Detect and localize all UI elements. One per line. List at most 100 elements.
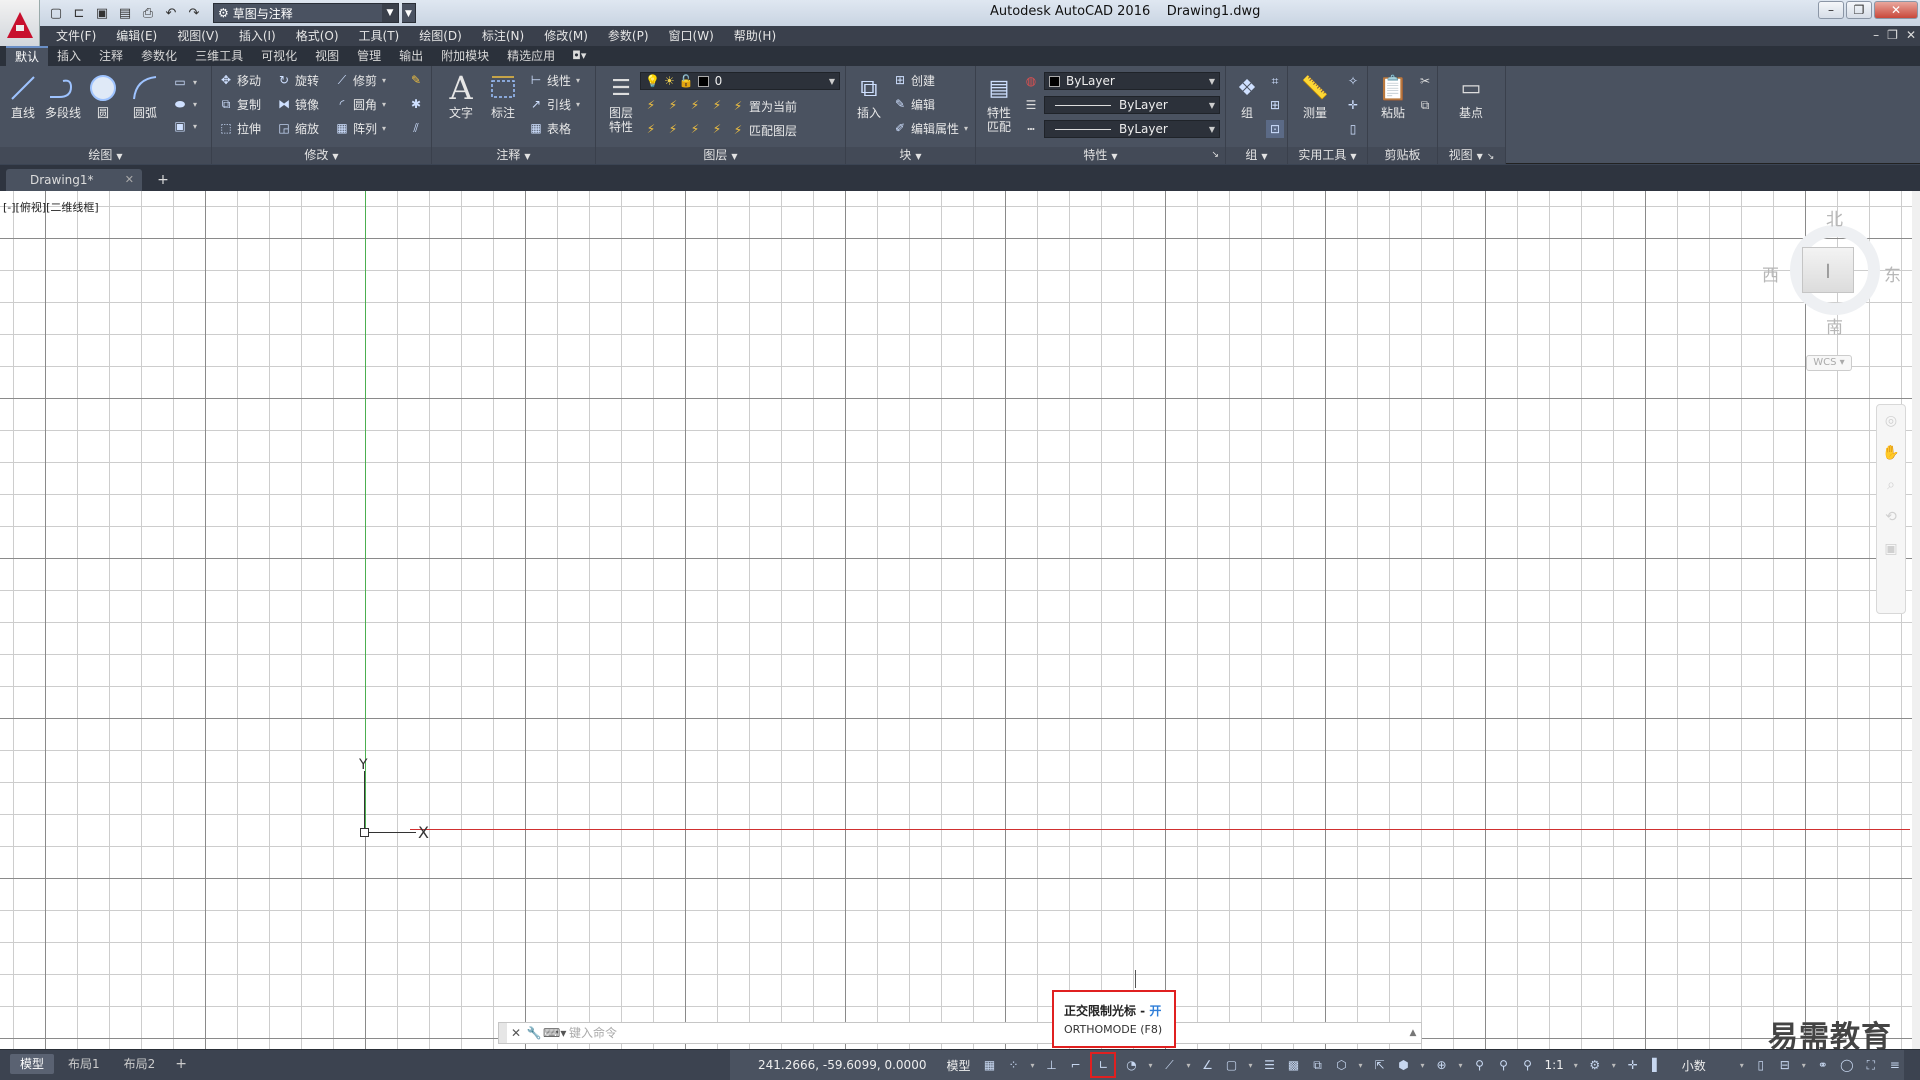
restore-button[interactable]: ❐ — [1846, 1, 1872, 19]
chevron-down-icon[interactable]: ▾ — [1572, 1055, 1580, 1075]
menu-window[interactable]: 窗口(W) — [659, 26, 724, 46]
menu-tools[interactable]: 工具(T) — [349, 26, 410, 46]
explode-button[interactable]: ✱ — [408, 94, 424, 114]
paste-button[interactable]: 📋 粘贴 — [1372, 70, 1414, 120]
tab-view[interactable]: 视图 — [306, 46, 348, 66]
polyline-button[interactable]: 多段线 — [42, 70, 84, 120]
undo-icon[interactable]: ↶ — [161, 3, 181, 23]
save-as-icon[interactable]: ▤ — [115, 3, 135, 23]
menu-view[interactable]: 视图(V) — [167, 26, 229, 46]
coordinates-readout[interactable]: 241.2666, -59.6099, 0.0000 — [738, 1058, 936, 1072]
group-button[interactable]: ❖ 组 — [1226, 70, 1268, 121]
close-icon[interactable]: ✕ — [125, 169, 134, 191]
match-layer-button[interactable]: ⚡ 匹配图层 — [730, 120, 797, 140]
annotation-scale-icon[interactable]: ⚲ — [1518, 1055, 1536, 1075]
viewport-controls[interactable]: [-][俯视][二维线框] — [3, 199, 99, 215]
tab-manage[interactable]: 管理 — [348, 46, 390, 66]
utilities-panel-title[interactable]: 实用工具 ▼ — [1288, 147, 1367, 164]
fillet-button[interactable]: ◜ 圆角 ▾ — [334, 94, 386, 114]
print-icon[interactable]: ⎙ — [138, 3, 158, 23]
leader-button[interactable]: ↗ 引线 ▾ — [528, 94, 580, 114]
insert-block-button[interactable]: ⧉ 插入 — [848, 70, 890, 120]
color-select[interactable]: ByLayer ▼ — [1044, 72, 1220, 90]
group-select-icon[interactable]: ⊡ — [1266, 120, 1284, 138]
match-properties-button[interactable]: ▤ 特性 匹配 — [978, 70, 1020, 135]
doc-minimize-icon[interactable]: – — [1873, 28, 1879, 42]
auto-scale-icon[interactable]: ⚲ — [1494, 1055, 1512, 1075]
base-view-button[interactable]: ▭ 基点 — [1450, 70, 1492, 121]
layout-tab-layout2[interactable]: 布局2 — [114, 1054, 166, 1074]
close-icon[interactable]: ✕ — [507, 1026, 525, 1040]
command-input[interactable] — [561, 1026, 1405, 1040]
transparency-icon[interactable]: ▩ — [1284, 1055, 1302, 1075]
scale-button[interactable]: ◲ 缩放 — [276, 118, 319, 138]
model-space-toggle[interactable]: 模型 — [942, 1057, 974, 1074]
viewcube-north[interactable]: 北 — [1826, 205, 1843, 230]
selection-filter-icon[interactable]: ⬢ — [1394, 1055, 1412, 1075]
layer-isolate-icon[interactable]: ⚡ — [664, 96, 682, 114]
menu-insert[interactable]: 插入(I) — [229, 26, 286, 46]
modify-panel-title[interactable]: 修改 ▼ — [212, 147, 431, 164]
move-button[interactable]: ✥ 移动 — [218, 70, 261, 90]
menu-format[interactable]: 格式(O) — [286, 26, 349, 46]
save-icon[interactable]: ▣ — [92, 3, 112, 23]
cut-icon[interactable]: ✂ — [1416, 72, 1434, 90]
chevron-down-icon[interactable]: ▾ — [1146, 1055, 1154, 1075]
tab-output[interactable]: 输出 — [390, 46, 432, 66]
create-block-button[interactable]: ⊞ 创建 — [892, 70, 935, 90]
tab-insert[interactable]: 插入 — [48, 46, 90, 66]
menu-modify[interactable]: 修改(M) — [534, 26, 598, 46]
clipboard-panel-title[interactable]: 剪贴板 — [1368, 147, 1437, 164]
chevron-down-icon[interactable]: ▾ — [1610, 1055, 1618, 1075]
measure-button[interactable]: 📏 测量 — [1294, 70, 1336, 121]
viewcube-top-face[interactable]: ┃ — [1802, 247, 1854, 293]
erase-button[interactable]: ✎ — [408, 70, 424, 90]
close-button[interactable]: ✕ — [1874, 1, 1918, 19]
object-snap-icon[interactable]: ▢ — [1222, 1055, 1240, 1075]
doc-restore-icon[interactable]: ❐ — [1887, 28, 1898, 42]
isolate-objects-icon[interactable]: ⚭ — [1814, 1055, 1832, 1075]
layers-panel-title[interactable]: 图层 ▼ — [596, 147, 845, 164]
lineweight-display-icon[interactable]: ☰ — [1260, 1055, 1278, 1075]
layer-off-icon[interactable]: ⚡ — [642, 96, 660, 114]
copy-button[interactable]: ⧉ 复制 — [218, 94, 261, 114]
ribbon-minimize-icon[interactable]: ◘▾ — [564, 46, 594, 66]
annotation-monitor-icon[interactable]: ✛ — [1624, 1055, 1642, 1075]
array-button[interactable]: ▦ 阵列 ▾ — [334, 118, 386, 138]
layout-tab-layout1[interactable]: 布局1 — [58, 1054, 110, 1074]
chevron-down-icon[interactable]: ▾ — [1456, 1055, 1464, 1075]
showmotion-icon[interactable]: ▣ — [1877, 533, 1905, 565]
hardware-acceleration-icon[interactable]: ◯ — [1838, 1055, 1856, 1075]
selection-cycling-icon[interactable]: ⧉ — [1308, 1055, 1326, 1075]
annotation-panel-title[interactable]: 注释 ▼ — [432, 147, 595, 164]
trim-button[interactable]: ⟋ 修剪 ▾ — [334, 70, 386, 90]
line-button[interactable]: 直线 — [2, 70, 44, 120]
menu-edit[interactable]: 编辑(E) — [106, 26, 167, 46]
polar-tracking-icon[interactable]: ◔ — [1122, 1055, 1140, 1075]
layer-select[interactable]: 💡 ☀ 🔓 0 ▼ — [640, 72, 840, 90]
annotation-visibility-icon[interactable]: ⚲ — [1470, 1055, 1488, 1075]
offset-button[interactable]: ⫽ — [408, 118, 424, 138]
chevron-up-icon[interactable]: ▲ — [1405, 1028, 1421, 1038]
region-button[interactable]: ▣ ▾ — [172, 116, 197, 136]
linetype-select[interactable]: ByLayer ▼ — [1044, 96, 1220, 114]
command-prompt-icon[interactable]: ⌨▾ — [543, 1026, 566, 1040]
rectangle-button[interactable]: ▭ ▾ — [172, 72, 197, 92]
group-edit-icon[interactable]: ⊞ — [1266, 96, 1284, 114]
layer-thaw-icon[interactable]: ⚡ — [686, 120, 704, 138]
tab-annotate[interactable]: 注释 — [90, 46, 132, 66]
edit-block-button[interactable]: ✎ 编辑 — [892, 94, 935, 114]
chevron-down-icon[interactable]: ▾ — [1184, 1055, 1192, 1075]
chevron-down-icon[interactable]: ▾ — [1418, 1055, 1426, 1075]
clean-screen-icon[interactable]: ⛶ — [1862, 1055, 1880, 1075]
view-panel-title[interactable]: 视图 ▼ ↘ — [1438, 147, 1505, 164]
dynamic-ucs-icon[interactable]: ⇱ — [1370, 1055, 1388, 1075]
menu-help[interactable]: 帮助(H) — [724, 26, 786, 46]
table-button[interactable]: ▦ 表格 — [528, 118, 571, 138]
draw-panel-title[interactable]: 绘图 ▼ — [0, 147, 211, 164]
lineweight-select[interactable]: ByLayer ▼ — [1044, 120, 1220, 138]
viewcube-south[interactable]: 南 — [1826, 313, 1843, 338]
grid-icon[interactable]: ▦ — [980, 1055, 998, 1075]
chevron-down-icon[interactable]: ▾ — [1246, 1055, 1254, 1075]
point-icon[interactable]: ✛ — [1344, 96, 1362, 114]
